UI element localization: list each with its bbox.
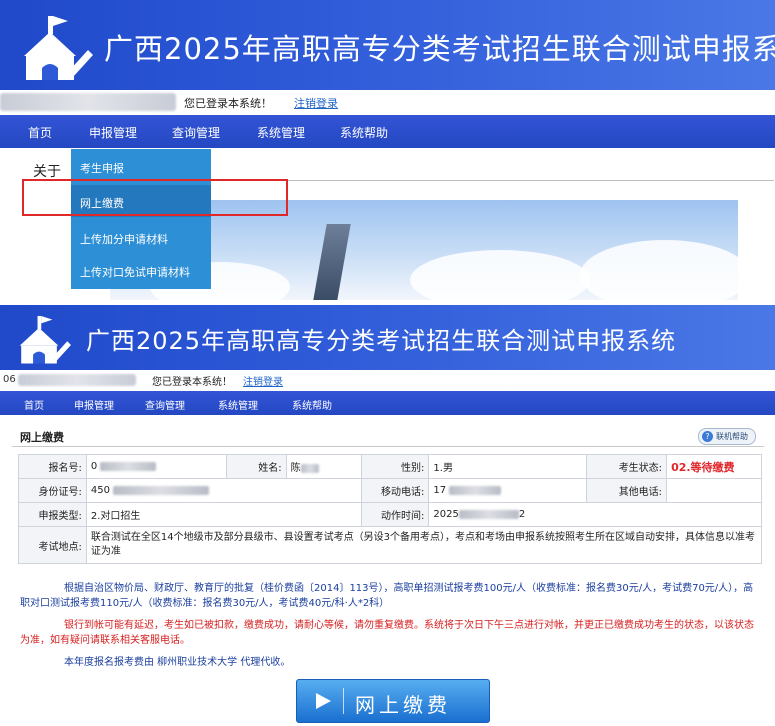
reg-no-label: 报名号: — [18, 454, 87, 479]
id-label: 身份证号: — [18, 478, 87, 503]
location-label: 考试地点: — [18, 526, 87, 564]
main-nav: 首页 申报管理 查询管理 系统管理 系统帮助 — [0, 115, 775, 148]
location-value: 联合测试在全区14个地级市及部分县级市、县设置考试考点（另设3个备用考点），考点… — [85, 526, 763, 564]
about-heading: 关于 — [33, 164, 61, 180]
nav-home[interactable]: 首页 — [28, 124, 52, 141]
screenshot-payment-page: 广西2025年高职高专分类考试招生联合测试申报系统 06 您已登录本系统！ 注销… — [0, 305, 775, 726]
status-label: 考生状态: — [586, 454, 668, 479]
table-row: 申报类型: 2.对口招生 动作时间: 2025 2 — [18, 502, 762, 527]
help-button[interactable]: ? 联机帮助 — [698, 428, 756, 445]
nav-home[interactable]: 首页 — [24, 397, 44, 412]
fee-notice: 根据自治区物价局、财政厅、教育厅的批复（桂价费函〔2014〕113号），高职单招… — [20, 583, 754, 609]
school-logo-icon — [24, 16, 93, 80]
table-row: 报名号: 0 姓名: 陈 性别: 1.男 考生状态: 02.等待缴费 — [18, 454, 762, 479]
student-info-table: 报名号: 0 姓名: 陈 性别: 1.男 考生状态: 02.等待缴费 身份证号:… — [18, 454, 763, 564]
user-id-prefix: 06 — [3, 374, 16, 385]
nav-system[interactable]: 系统管理 — [218, 397, 258, 412]
nav-query[interactable]: 查询管理 — [172, 124, 220, 141]
mobile-label: 移动电话: — [360, 478, 430, 503]
help-button-label: 联机帮助 — [716, 432, 748, 441]
id-value: 450 — [85, 478, 362, 503]
nav-apply[interactable]: 申报管理 — [89, 124, 137, 141]
section-title: 网上缴费 — [20, 431, 64, 444]
school-logo-icon — [19, 315, 71, 364]
status-value: 02.等待缴费 — [666, 454, 762, 479]
highlight-annotation-box — [22, 179, 288, 216]
other-phone-value — [666, 478, 762, 503]
header-banner: 广西2025年高职高专分类考试招生联合测试申报系统 — [0, 0, 775, 90]
gender-value: 1.男 — [428, 454, 588, 479]
type-value: 2.对口招生 — [85, 502, 362, 527]
payment-agent-notice: 本年度报名报考费由 柳州职业技术大学 代理代收。 — [64, 657, 291, 668]
table-row: 考试地点: 联合测试在全区14个地级市及部分县级市、县设置考试考点（另设3个备用… — [18, 526, 763, 564]
menu-item-upload-exempt-material[interactable]: 上传对口免试申请材料 — [80, 264, 190, 280]
login-message: 您已登录本系统！ — [152, 377, 232, 388]
reg-no-value: 0 — [85, 454, 227, 479]
app-title: 广西2025年高职高专分类考试招生联合测试申报系统 — [86, 327, 677, 355]
payment-warning: 银行到帐可能有延迟，考生如已被扣款，缴费成功，请耐心等候，请勿重复缴费。系统将于… — [20, 620, 754, 646]
login-status-bar: 06 您已登录本系统！ 注销登录 — [0, 370, 775, 390]
login-status-bar: 您已登录本系统！ 注销登录 — [0, 90, 775, 114]
logout-link[interactable]: 注销登录 — [243, 373, 283, 388]
menu-item-student-apply[interactable]: 考生申报 — [80, 160, 124, 176]
logout-link[interactable]: 注销登录 — [294, 95, 338, 111]
button-separator — [343, 688, 344, 714]
name-value: 陈 — [285, 454, 362, 479]
header-banner: 广西2025年高职高专分类考试招生联合测试申报系统 — [0, 305, 775, 370]
nav-query[interactable]: 查询管理 — [145, 397, 185, 412]
nav-help[interactable]: 系统帮助 — [292, 397, 332, 412]
user-id-blurred — [18, 374, 136, 386]
name-label: 姓名: — [225, 454, 287, 479]
app-title: 广西2025年高职高专分类考试招生联合测试申报系统 — [104, 32, 775, 66]
login-message: 您已登录本系统！ — [184, 97, 272, 110]
user-id-blurred — [0, 93, 176, 111]
mobile-value: 17 — [428, 478, 588, 503]
nav-system[interactable]: 系统管理 — [257, 124, 305, 141]
action-time-value: 2025 2 — [428, 502, 762, 527]
play-icon — [316, 693, 331, 709]
online-payment-button[interactable]: 网上缴费 — [296, 679, 490, 723]
nav-apply[interactable]: 申报管理 — [74, 397, 114, 412]
table-row: 身份证号: 450 移动电话: 17 其他电话: — [18, 478, 762, 503]
action-time-label: 动作时间: — [360, 502, 430, 527]
other-phone-label: 其他电话: — [586, 478, 668, 503]
help-icon: ? — [702, 431, 713, 442]
apply-dropdown-menu: 考生申报 网上缴费 上传加分申请材料 上传对口免试申请材料 — [71, 149, 211, 289]
divider — [12, 446, 764, 447]
nav-help[interactable]: 系统帮助 — [340, 124, 388, 141]
gender-label: 性别: — [360, 454, 430, 479]
screenshot-top-menu: 广西2025年高职高专分类考试招生联合测试申报系统 您已登录本系统！ 注销登录 … — [0, 0, 775, 300]
type-label: 申报类型: — [18, 502, 87, 527]
main-nav: 首页 申报管理 查询管理 系统管理 系统帮助 — [0, 391, 775, 415]
online-payment-button-label: 网上缴费 — [355, 693, 451, 717]
menu-item-upload-bonus-material[interactable]: 上传加分申请材料 — [80, 231, 168, 247]
